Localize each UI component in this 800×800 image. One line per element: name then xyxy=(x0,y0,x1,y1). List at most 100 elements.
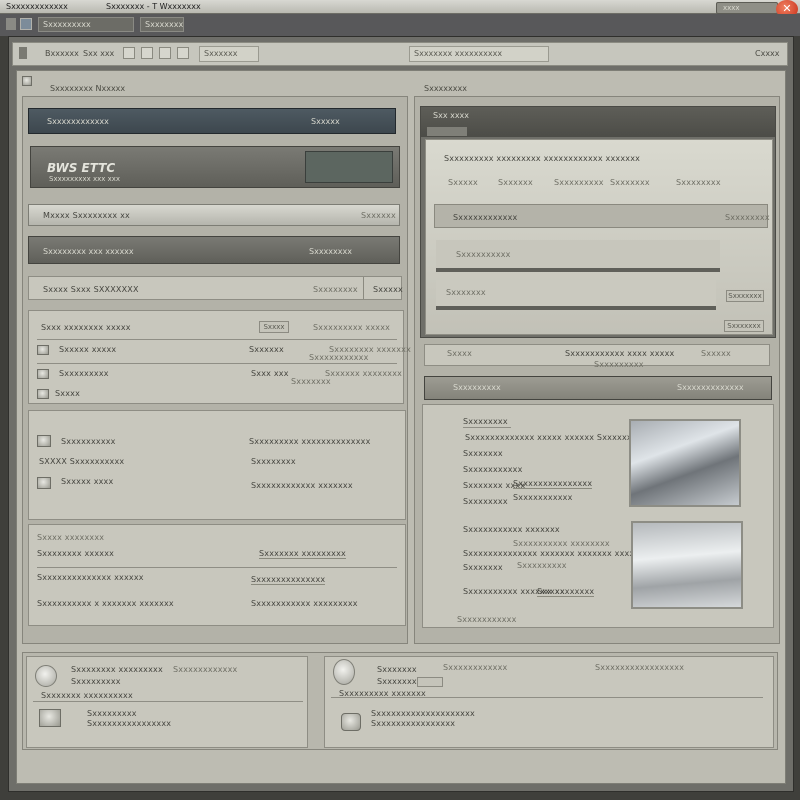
group-3-row-3-a: Sxxxxxxxxxx x xxxxxxx xxxxxxx xyxy=(37,599,174,608)
bottom-right-item-sub: Sxxxxxxxxxxxxxxxx xyxy=(371,719,456,728)
window-subtitle: Sxxxxxxx - T Wxxxxxxx xyxy=(106,2,201,11)
dialog-titlebar: Sxx xxxx xyxy=(421,107,775,137)
details-footer: Sxxxxxxxxxxx xyxy=(457,615,517,624)
document-icon xyxy=(39,709,61,727)
refresh-icon[interactable] xyxy=(159,47,171,59)
home-icon[interactable] xyxy=(177,47,189,59)
tab-row-right[interactable]: Sxxxxx xyxy=(373,285,403,294)
banner: BWS ETTC Sxxxxxxxxx xxx xxx xyxy=(30,146,400,188)
dialog-field-2[interactable]: Sxxxxxxxxx xyxy=(554,178,604,187)
bottom-left-title-right: Sxxxxxxxxxxxx xyxy=(173,665,238,674)
left-header: Sxxxxxxxx Nxxxxx xyxy=(50,84,126,93)
toolbar-item-1[interactable]: Sxx xxx xyxy=(83,49,114,58)
group-1-row-2-a: Sxxxxxxxxx xyxy=(59,369,109,378)
center-tab[interactable]: Sxxxxxxx xxxxxxxxxx xyxy=(409,46,549,62)
dialog-row-3-button[interactable]: Sxxxxxxx xyxy=(726,290,764,302)
profile-icon xyxy=(333,659,355,685)
details-line-4-b[interactable]: Sxxxxxxxxxxx xyxy=(513,493,573,502)
dialog-top-line: Sxxxxxxxxx xxxxxxxxx xxxxxxxxxxxx xxxxxx… xyxy=(444,154,641,163)
details-line-1-a: Sxxxxxxx xyxy=(463,449,503,458)
banner-sub: Sxxxxxxxxx xxx xxx xyxy=(49,175,121,183)
group-2-row-2-a: SXXXX Sxxxxxxxxxx xyxy=(39,457,125,466)
group-1-row-3-a: Sxxxx xyxy=(55,389,81,398)
thumbnail-2[interactable] xyxy=(631,521,743,609)
dialog-row-1-right: Sxxxxxxxx xyxy=(725,213,770,222)
bottom-left-line-2: Sxxxxxxxxx xyxy=(71,677,121,686)
bottom-left-item-sub: Sxxxxxxxxxxxxxxxx xyxy=(87,719,172,728)
selected-row-label: Sxxxxxxxxxxxx xyxy=(47,117,109,126)
dialog-sub-tab[interactable]: Sxx xxxx xyxy=(433,111,469,120)
light-bar-value: Sxxxxxx xyxy=(361,211,396,220)
dialog-field-1[interactable]: Sxxxxxx xyxy=(498,178,533,187)
details-line-8-b[interactable]: Sxx xxxxxxxx xyxy=(537,587,595,597)
bottom-left-title: Sxxxxxxxx xxxxxxxxx xyxy=(71,665,163,674)
window-controls-label: xxxx xyxy=(723,4,740,12)
collapse-icon[interactable] xyxy=(22,76,32,86)
selected-row[interactable]: Sxxxxxxxxxxxx Sxxxxx xyxy=(28,108,396,134)
tab-row: Sxxxx Sxxx SXXXXXXX Sxxxxxxxx Sxxxxx xyxy=(28,276,403,300)
menu-icon[interactable] xyxy=(6,18,16,30)
strip-2-right: Sxxxxxxxxxxxxx xyxy=(677,383,744,392)
bottom-right-item[interactable]: Sxxxxxxxxxxxxxxxxxxxx xyxy=(371,709,475,718)
group-1-row-2-b[interactable]: Sxxx xxx xyxy=(251,369,289,378)
banner-logo: BWS ETTC xyxy=(47,161,116,175)
row-2-icon xyxy=(37,369,49,379)
group-1-row-1-b[interactable]: Sxxxxxx xyxy=(249,345,284,354)
group-3-row-2-b[interactable]: Sxxxxxxxxxxxxxx xyxy=(251,575,326,585)
tab-secondary[interactable]: Sxxxxxxx xyxy=(140,17,184,32)
forward-icon[interactable] xyxy=(141,47,153,59)
grip-icon xyxy=(19,47,27,59)
group-2-icon-3 xyxy=(37,477,51,489)
bottom-right-title: Sxxxxxxx xyxy=(377,665,417,674)
group-3-row-3-b[interactable]: Sxxxxxxxxxxx xxxxxxxxx xyxy=(251,599,358,608)
toolbar-item-0[interactable]: Bxxxxxx xyxy=(45,49,79,58)
details-panel: Sxxxxxxxx Sxxxxxxxxxxxxx xxxxx xxxxxx Sx… xyxy=(422,404,774,628)
group-2-row-3-b[interactable]: Sxxxxxxxxxxxx xxxxxxx xyxy=(251,481,353,490)
strip-1-right: Sxxxxx xyxy=(701,349,731,358)
strip-1-mid: Sxxxxxxxxxxx xxxx xxxxx xyxy=(565,349,675,358)
help-link[interactable]: Cxxxx xyxy=(755,49,780,58)
dialog-row-1[interactable]: Sxxxxxxxxxxxx Sxxxxxxxx xyxy=(434,204,770,228)
group-1-row-1-c: Sxxxxxxxxxxx xyxy=(309,353,369,362)
details-top: Sxxxxxxxx xyxy=(463,417,508,426)
strip-2[interactable]: Sxxxxxxxxx Sxxxxxxxxxxxxx xyxy=(424,376,772,400)
group-2-row-1-b[interactable]: Sxxxxxxxxx xxxxxxxxxxxxxx xyxy=(249,437,371,446)
details-line-7-b: Sxxxxxxxxx xyxy=(517,561,567,570)
window-controls[interactable]: xxxx xyxy=(716,2,778,14)
app-icon[interactable] xyxy=(20,18,32,30)
dialog-body: Sxxxxxxxxx xxxxxxxxx xxxxxxxxxxxx xxxxxx… xyxy=(425,139,773,335)
dialog-row-2[interactable]: Sxxxxxxxxxx xyxy=(436,240,720,272)
details-line-3-b[interactable]: Sxxxxxxxxxxxxxxx xyxy=(513,479,593,489)
strip-2-left: Sxxxxxxxxx xyxy=(453,383,501,392)
group-2-row-1-a: Sxxxxxxxxxx xyxy=(61,437,116,446)
group-2-row-2-b[interactable]: Sxxxxxxxx xyxy=(251,457,296,466)
bottom-left-item[interactable]: Sxxxxxxxxx xyxy=(87,709,137,718)
tab-row-label[interactable]: Sxxxx Sxxx SXXXXXXX xyxy=(43,285,139,294)
banner-image xyxy=(305,151,393,183)
group-3-row-1-b[interactable]: Sxxxxxxx xxxxxxxxx xyxy=(259,549,346,559)
title-bar: Sxxxxxxxxxxxx Sxxxxxxx - T Wxxxxxxx xyxy=(0,0,800,14)
light-bar[interactable]: Mxxxx Sxxxxxxxx xx Sxxxxxx xyxy=(28,204,400,226)
tab-row-mid[interactable]: Sxxxxxxxx xyxy=(313,285,358,294)
details-line-5-a: Sxxxxxxxxxxx xxxxxxx xyxy=(463,525,560,534)
back-icon[interactable] xyxy=(123,47,135,59)
bottom-right-small-button[interactable] xyxy=(417,677,443,687)
dialog-row-3[interactable]: Sxxxxxxx xyxy=(436,280,716,310)
toolbar: Bxxxxxx Sxx xxx Sxxxxxx Sxxxxxxx xxxxxxx… xyxy=(12,42,788,66)
group-1-row-1-a: Sxxxxx xxxxx xyxy=(59,345,117,354)
thumbnail-1[interactable] xyxy=(629,419,741,507)
group-1-button[interactable]: Sxxxx xyxy=(259,321,289,333)
dark-bar-label: Sxxxxxxxx xxx xxxxxx xyxy=(43,247,134,256)
dialog-field-0[interactable]: Sxxxxx xyxy=(448,178,478,187)
dark-bar-value: Sxxxxxxxx xyxy=(309,247,352,256)
bottom-right-title-mid: Sxxxxxxxxxxxx xyxy=(443,663,508,672)
strip-1-sub: Sxxxxxxxxx xyxy=(594,360,644,369)
dialog-field-3[interactable]: Sxxxxxxx xyxy=(610,178,650,187)
toolbar-field[interactable]: Sxxxxxx xyxy=(199,46,259,62)
row-1-icon xyxy=(37,345,49,355)
details-line-2-a: Sxxxxxxxxxxx xyxy=(463,465,523,474)
tab-main[interactable]: Sxxxxxxxxx xyxy=(38,17,134,32)
dark-bar[interactable]: Sxxxxxxxx xxx xxxxxx Sxxxxxxxx xyxy=(28,236,400,264)
dialog-field-4[interactable]: Sxxxxxxxx xyxy=(676,178,721,187)
dialog-bottom-button[interactable]: Sxxxxxxx xyxy=(724,320,764,332)
